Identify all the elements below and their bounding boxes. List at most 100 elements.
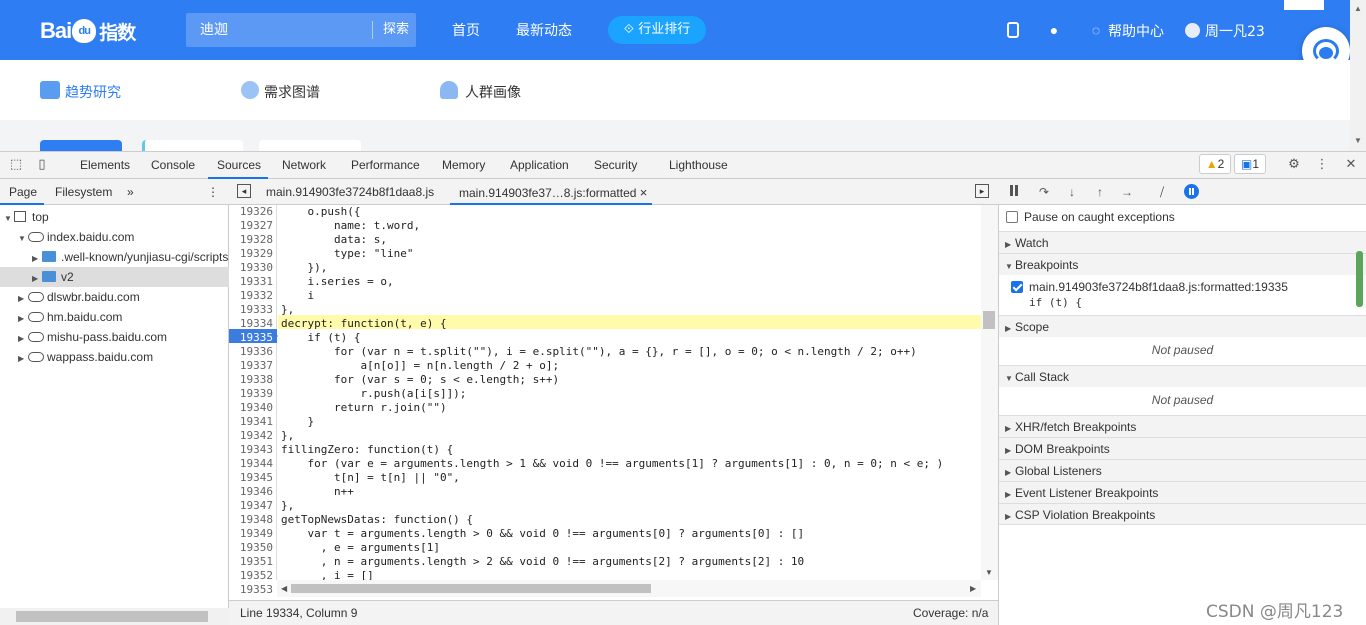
line-number[interactable]: 19350 — [229, 541, 273, 555]
scroll-up-icon[interactable]: ▲ — [1354, 4, 1362, 13]
user-name[interactable]: 周一凡23 — [1205, 21, 1265, 41]
line-gutter[interactable]: 19326 19327 19328 19329 19330 19331 19332 19333… — [229, 205, 277, 596]
line-number[interactable]: 19343 — [229, 443, 273, 457]
tab-sources[interactable]: Sources — [217, 158, 261, 172]
step-icon[interactable]: → — [1119, 184, 1135, 200]
more-tabs-icon[interactable]: » — [127, 185, 134, 199]
breakpoint-location[interactable]: main.914903fe3724b8f1daa8.js:formatted:1… — [1029, 280, 1288, 294]
line-number[interactable]: 19353 — [229, 583, 273, 597]
line-number[interactable]: 19346 — [229, 485, 273, 499]
messages-badge[interactable]: ▣1 — [1234, 154, 1266, 174]
help-center-link[interactable]: 帮助中心 — [1108, 21, 1164, 41]
search-button[interactable]: 探索 — [376, 13, 416, 47]
line-number[interactable]: 19326 — [229, 205, 273, 219]
line-number[interactable]: 19337 — [229, 359, 273, 373]
tree-item[interactable]: ▶ wappass.baidu.com — [0, 347, 229, 367]
content-tab[interactable] — [259, 140, 361, 151]
mobile-icon[interactable] — [1007, 22, 1019, 38]
tab-network[interactable]: Network — [282, 158, 326, 172]
tab-filesystem[interactable]: Filesystem — [55, 185, 112, 199]
section-xhr-breakpoints[interactable]: ▶ XHR/fetch Breakpoints — [999, 415, 1366, 437]
settings-gear-icon[interactable]: ⚙ — [1286, 156, 1302, 172]
section-event-listener-breakpoints[interactable]: ▶ Event Listener Breakpoints — [999, 481, 1366, 503]
line-number[interactable]: 19336 — [229, 345, 273, 359]
expand-icon[interactable]: ▶ — [18, 349, 28, 367]
line-number[interactable]: 19347 — [229, 499, 273, 513]
tab-security[interactable]: Security — [594, 158, 637, 172]
toggle-navigator-icon[interactable]: ◂ — [237, 184, 251, 198]
line-number[interactable]: 19328 — [229, 233, 273, 247]
scroll-down-icon[interactable]: ▼ — [1354, 136, 1362, 145]
nav-latest[interactable]: 最新动态 — [516, 20, 572, 40]
breakpoint-checkbox[interactable] — [1011, 281, 1023, 293]
content-tab-active[interactable] — [40, 140, 122, 151]
line-number[interactable]: 19352 — [229, 569, 273, 583]
scroll-left-icon[interactable]: ◀ — [281, 584, 287, 593]
page-scrollbar[interactable]: ▲ ▼ — [1350, 0, 1366, 151]
line-number[interactable]: 19344 — [229, 457, 273, 471]
industry-rank-button[interactable]: ⟐ 行业排行 — [608, 16, 706, 44]
tree-item[interactable]: ▼ index.baidu.com — [0, 227, 229, 247]
expand-icon[interactable]: ▶ — [18, 289, 28, 307]
line-number[interactable]: 19349 — [229, 527, 273, 541]
close-devtools-icon[interactable]: ✕ — [1343, 156, 1359, 172]
section-global-listeners[interactable]: ▶ Global Listeners — [999, 459, 1366, 481]
tab-performance[interactable]: Performance — [351, 158, 420, 172]
line-number[interactable]: 19351 — [229, 555, 273, 569]
wechat-icon[interactable]: ● — [1046, 22, 1062, 38]
expand-icon[interactable]: ▶ — [18, 329, 28, 347]
user-avatar[interactable] — [1185, 23, 1200, 38]
line-number[interactable]: 19327 — [229, 219, 273, 233]
expand-icon[interactable]: ▶ — [18, 309, 28, 327]
collapse-icon[interactable]: ▼ — [18, 229, 28, 247]
collapse-icon[interactable]: ▼ — [4, 209, 14, 227]
step-out-icon[interactable]: ↑ — [1092, 184, 1108, 200]
tab-lighthouse[interactable]: Lighthouse — [669, 158, 728, 172]
line-number[interactable]: 19339 — [229, 387, 273, 401]
tab-application[interactable]: Application — [510, 158, 569, 172]
editor-tab-original[interactable]: main.914903fe3724b8f1daa8.js — [266, 185, 434, 199]
tab-elements[interactable]: Elements — [80, 158, 130, 172]
tree-item[interactable]: ▶ hm.baidu.com — [0, 307, 229, 327]
navigator-hscrollbar[interactable] — [0, 608, 229, 625]
line-number[interactable]: 19348 — [229, 513, 273, 527]
section-csp-breakpoints[interactable]: ▶ CSP Violation Breakpoints — [999, 503, 1366, 525]
tab-memory[interactable]: Memory — [442, 158, 485, 172]
line-number[interactable]: 19333 — [229, 303, 273, 317]
line-number[interactable]: 19340 — [229, 401, 273, 415]
section-scope[interactable]: ▶ Scope — [999, 315, 1366, 337]
pause-icon[interactable] — [1009, 185, 1021, 197]
tree-item[interactable]: ▶ dlswbr.baidu.com — [0, 287, 229, 307]
line-number[interactable]: 19329 — [229, 247, 273, 261]
line-number[interactable]: 19330 — [229, 261, 273, 275]
tab-console[interactable]: Console — [151, 158, 195, 172]
line-number[interactable]: 19338 — [229, 373, 273, 387]
pause-on-exceptions-icon[interactable] — [1184, 184, 1199, 199]
navigator-menu-icon[interactable]: ⋮ — [207, 185, 219, 199]
tree-item[interactable]: ▶ .well-known/yunjiasu-cgi/scripts — [0, 247, 229, 267]
toggle-debugger-icon[interactable]: ▸ — [975, 184, 989, 198]
tree-item[interactable]: ▶ v2 — [0, 267, 229, 287]
line-number[interactable]: 19335 — [229, 331, 273, 345]
content-tab[interactable] — [142, 140, 243, 151]
line-number[interactable]: 19332 — [229, 289, 273, 303]
tab-page[interactable]: Page — [9, 185, 37, 199]
line-number[interactable]: 19341 — [229, 415, 273, 429]
line-number[interactable]: 19342 — [229, 429, 273, 443]
sidebar-scrollbar[interactable] — [1355, 249, 1366, 309]
editor-tab-formatted[interactable]: main.914903fe37…8.js:formatted × — [459, 185, 647, 200]
warnings-badge[interactable]: ▲2 — [1199, 154, 1231, 174]
subnav-demand[interactable]: 需求图谱 — [264, 82, 320, 102]
editor-hscrollbar[interactable] — [277, 580, 981, 597]
editor-vscrollbar[interactable] — [981, 205, 998, 580]
scroll-right-icon[interactable]: ▶ — [970, 584, 976, 593]
tree-item[interactable]: ▼ top — [0, 207, 229, 227]
deactivate-breakpoints-icon[interactable]: ⧸ — [1154, 184, 1170, 200]
pause-caught-checkbox[interactable] — [1006, 211, 1018, 223]
step-into-icon[interactable]: ↓ — [1064, 184, 1080, 200]
line-number[interactable]: 19331 — [229, 275, 273, 289]
scroll-down-icon[interactable]: ▼ — [985, 568, 993, 577]
section-call-stack[interactable]: ▼ Call Stack — [999, 365, 1366, 387]
tree-item[interactable]: ▶ mishu-pass.baidu.com — [0, 327, 229, 347]
expand-icon[interactable]: ▶ — [32, 269, 42, 287]
